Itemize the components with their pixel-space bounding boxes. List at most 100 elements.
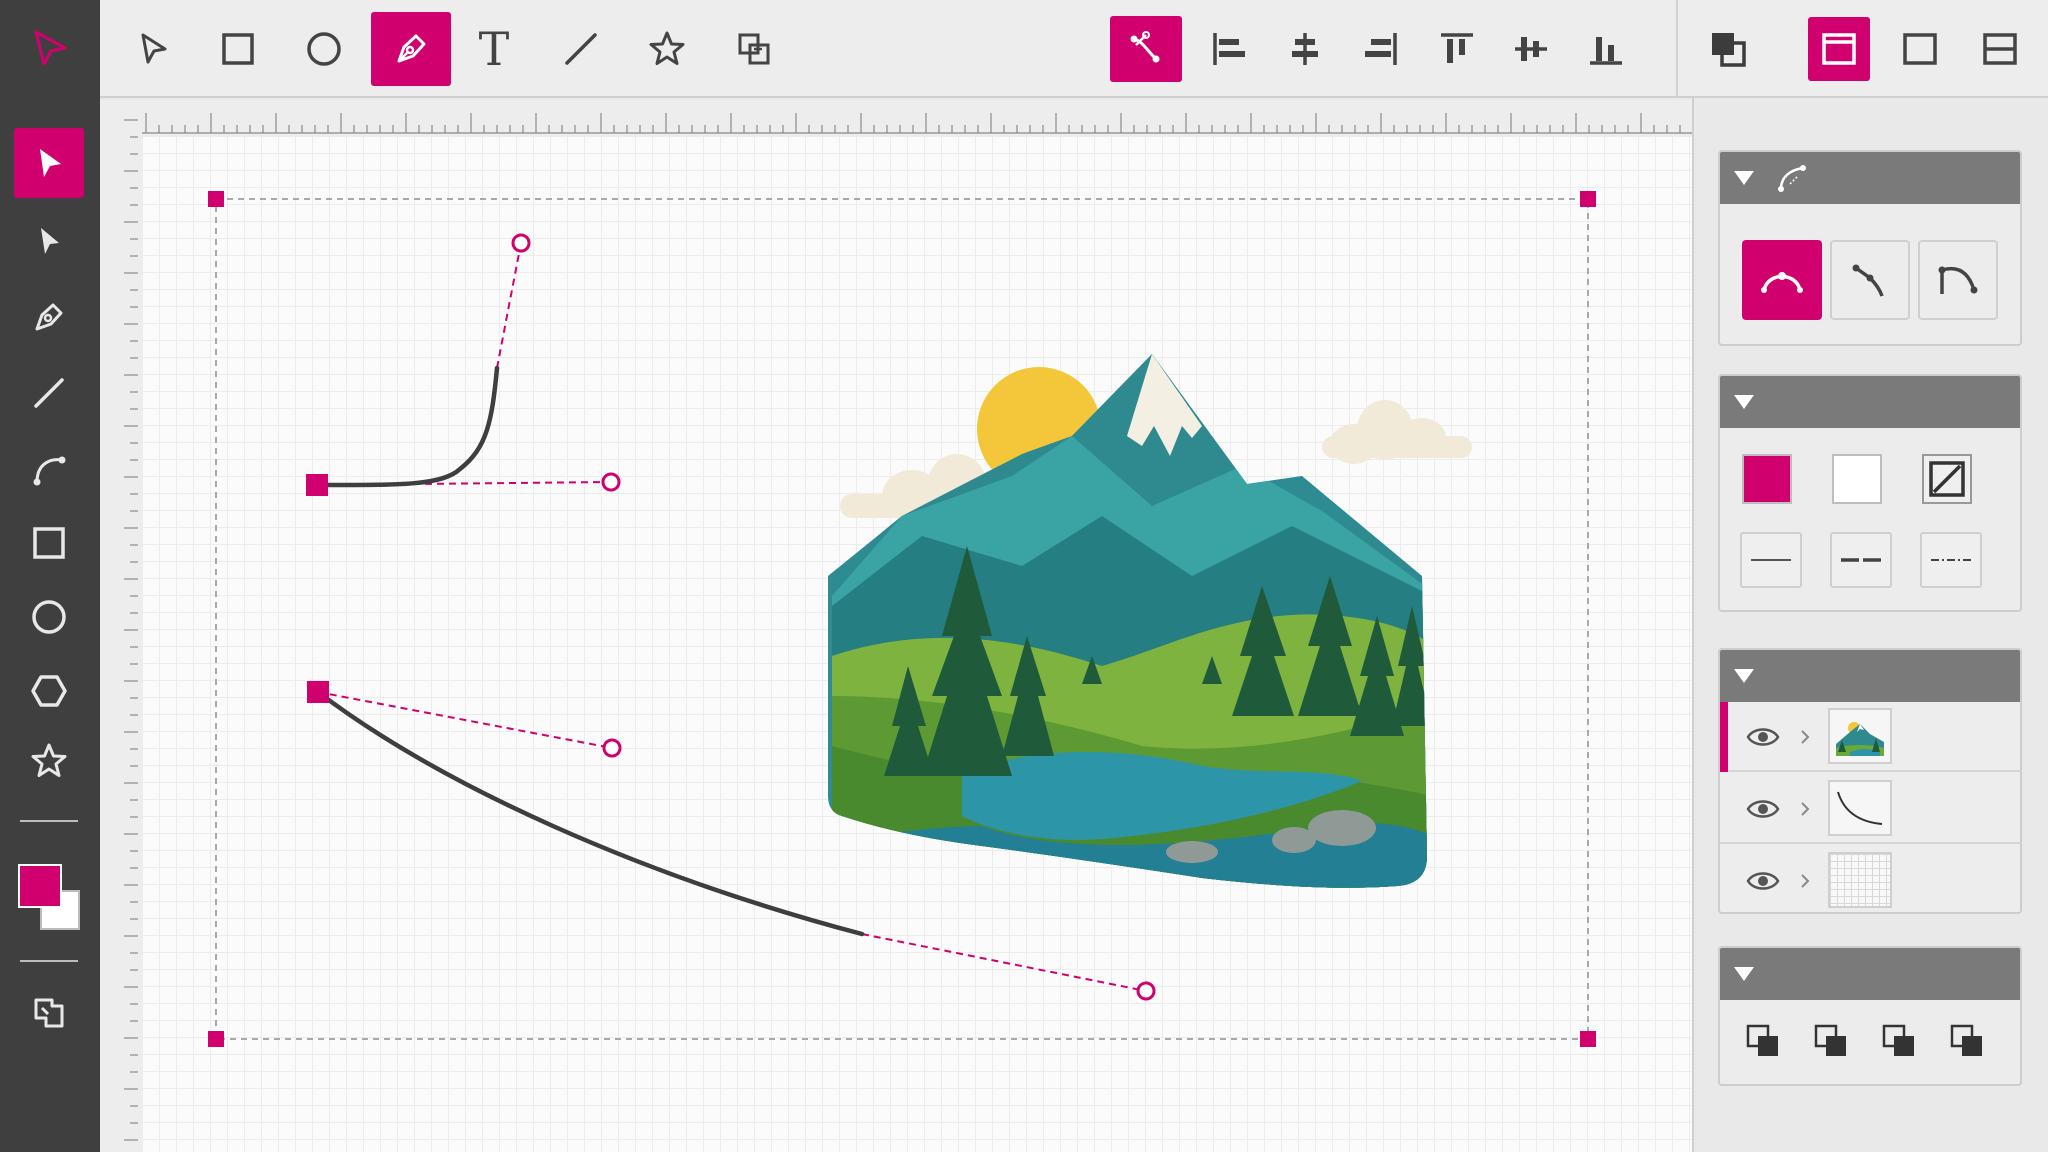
curve-stroke[interactable]	[315, 689, 865, 937]
tool-select[interactable]	[113, 12, 193, 86]
align-middle-v-button[interactable]	[1496, 12, 1566, 86]
curve-thumbnail-icon	[1837, 791, 1883, 825]
drawing-canvas[interactable]	[142, 136, 1692, 1152]
stroke-color-swatch[interactable]	[1832, 454, 1882, 504]
collapse-caret-icon[interactable]	[1734, 171, 1754, 185]
landscape-illustration[interactable]	[822, 336, 1472, 896]
anchor-point[interactable]	[306, 474, 328, 496]
stroke-style-dashed[interactable]	[1830, 532, 1892, 588]
fill-stroke-swatches[interactable]	[18, 864, 84, 930]
view-split-button[interactable]	[1968, 12, 2032, 86]
stroke-style-dash-dot[interactable]	[1920, 532, 1982, 588]
curve-stroke[interactable]	[314, 365, 500, 488]
bezier-path-upper[interactable]	[306, 233, 621, 496]
left-tool-line[interactable]	[14, 358, 84, 428]
panel-header[interactable]	[1720, 650, 2020, 702]
top-toolbar: T	[0, 0, 2048, 98]
corner-node-icon	[1938, 266, 1978, 294]
bring-to-front-button[interactable]	[1742, 1020, 1786, 1064]
panel-header[interactable]	[1720, 376, 2020, 428]
eye-icon[interactable]	[1746, 724, 1780, 750]
panel-header[interactable]	[1720, 948, 2020, 1000]
tool-line[interactable]	[541, 12, 621, 86]
control-point[interactable]	[511, 233, 531, 253]
layer-row-curve[interactable]	[1720, 774, 2020, 844]
layers-panel	[1718, 648, 2022, 914]
smooth-node-button[interactable]	[1742, 240, 1822, 320]
no-color-swatch[interactable]	[1922, 454, 1972, 504]
cusp-node-button[interactable]	[1830, 240, 1910, 320]
left-tool-select[interactable]	[14, 128, 84, 198]
rectangle-icon	[222, 33, 254, 65]
selection-handle-top-right[interactable]	[1580, 191, 1596, 207]
align-bottom-button[interactable]	[1571, 12, 1641, 86]
collapse-caret-icon[interactable]	[1734, 395, 1754, 409]
direct-select-icon	[41, 228, 59, 254]
canvas-artwork[interactable]	[142, 136, 1692, 1152]
left-tool-rectangle[interactable]	[14, 508, 84, 578]
pen-nib-icon	[397, 34, 426, 63]
align-right-icon	[1365, 33, 1397, 65]
align-left-button[interactable]	[1194, 12, 1264, 86]
left-tool-transform[interactable]	[14, 978, 84, 1048]
corner-node-button[interactable]	[1918, 240, 1998, 320]
left-tool-polygon[interactable]	[14, 656, 84, 726]
left-tool-ellipse[interactable]	[14, 582, 84, 652]
align-top-button[interactable]	[1422, 12, 1492, 86]
panel-header[interactable]	[1720, 152, 2020, 204]
tool-text[interactable]: T	[454, 12, 534, 86]
left-toolbar	[0, 98, 100, 1152]
app-logo[interactable]	[0, 0, 100, 98]
selection-handle-bottom-left[interactable]	[208, 1031, 224, 1047]
eye-icon[interactable]	[1746, 868, 1780, 894]
smooth-node-icon	[1761, 272, 1803, 293]
pen-nib-icon	[35, 303, 63, 331]
collapse-caret-icon[interactable]	[1734, 967, 1754, 981]
horizontal-ruler[interactable]	[142, 100, 1692, 136]
fill-color-swatch[interactable]	[1742, 454, 1792, 504]
left-tool-pen[interactable]	[14, 282, 84, 352]
toolbar-separator	[1676, 0, 1678, 98]
align-left-icon	[1213, 33, 1245, 65]
align-center-h-button[interactable]	[1270, 12, 1340, 86]
tool-star[interactable]	[627, 12, 707, 86]
control-point[interactable]	[601, 472, 621, 492]
send-backward-button[interactable]	[1878, 1020, 1922, 1064]
solid-line-icon	[1751, 559, 1791, 561]
view-single-button[interactable]	[1888, 12, 1952, 86]
anchor-point[interactable]	[307, 681, 329, 703]
selection-handle-top-left[interactable]	[208, 191, 224, 207]
layer-row-landscape[interactable]	[1720, 702, 2020, 772]
tool-pen[interactable]	[371, 12, 451, 86]
left-tool-curve[interactable]	[14, 434, 84, 504]
view-full-button[interactable]	[1808, 17, 1870, 81]
control-point[interactable]	[1136, 981, 1156, 1001]
left-tool-star[interactable]	[14, 726, 84, 796]
eye-icon[interactable]	[1746, 796, 1780, 822]
vertical-ruler[interactable]	[100, 100, 142, 1152]
cursor-logo-icon	[34, 30, 67, 66]
fill-swatch[interactable]	[18, 864, 62, 908]
chevron-right-icon[interactable]	[1798, 872, 1812, 890]
hexagon-icon	[31, 675, 67, 707]
stroke-style-solid[interactable]	[1740, 532, 1802, 588]
collapse-caret-icon[interactable]	[1734, 669, 1754, 683]
chevron-right-icon[interactable]	[1798, 800, 1812, 818]
layer-row-grid[interactable]	[1720, 846, 2020, 912]
left-toolbar-separator	[20, 960, 78, 962]
dash-dot-line-icon	[1931, 559, 1971, 561]
send-to-back-button[interactable]	[1946, 1020, 1990, 1064]
arrange-button[interactable]	[1690, 12, 1766, 86]
left-tool-direct-select[interactable]	[14, 206, 84, 276]
bring-forward-button[interactable]	[1810, 1020, 1854, 1064]
tool-rectangle[interactable]	[198, 12, 278, 86]
node-edit-toggle[interactable]	[1110, 16, 1182, 82]
align-right-button[interactable]	[1346, 12, 1416, 86]
tool-ellipse[interactable]	[284, 12, 364, 86]
chevron-right-icon[interactable]	[1798, 728, 1812, 746]
control-point[interactable]	[602, 738, 622, 758]
selection-handle-bottom-right[interactable]	[1580, 1031, 1596, 1047]
transform-icon	[34, 998, 64, 1028]
tool-boolean[interactable]	[714, 12, 794, 86]
view-single-icon	[1903, 33, 1937, 65]
